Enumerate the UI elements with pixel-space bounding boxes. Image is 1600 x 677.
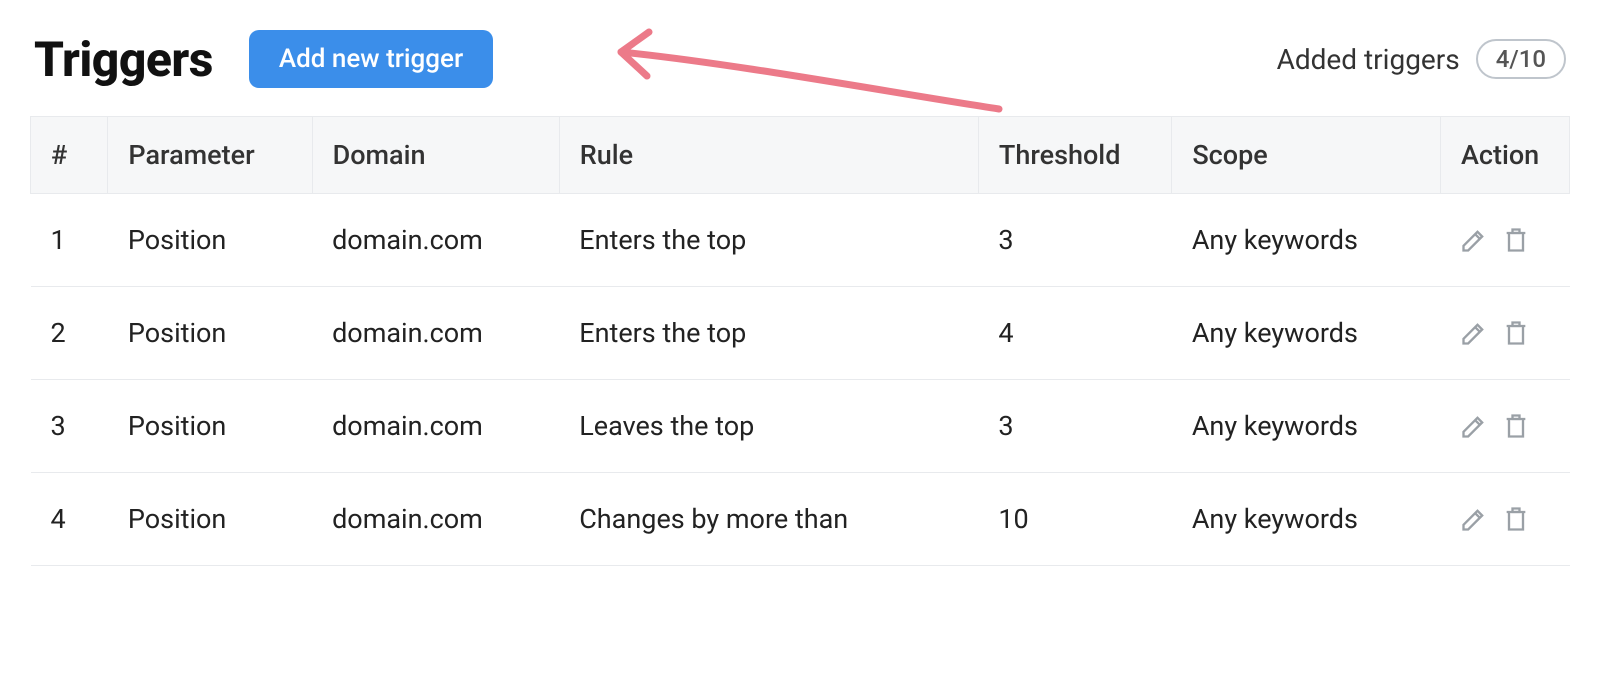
- header-right: Added triggers 4/10: [1277, 39, 1566, 79]
- cell-rule: Leaves the top: [559, 380, 978, 473]
- delete-icon[interactable]: [1502, 505, 1530, 533]
- cell-domain: domain.com: [312, 380, 559, 473]
- cell-scope: Any keywords: [1172, 380, 1441, 473]
- col-header-scope: Scope: [1172, 117, 1441, 194]
- edit-icon[interactable]: [1460, 505, 1488, 533]
- delete-icon[interactable]: [1502, 412, 1530, 440]
- cell-parameter: Position: [108, 287, 312, 380]
- table-row: 3 Position domain.com Leaves the top 3 A…: [31, 380, 1570, 473]
- cell-parameter: Position: [108, 194, 312, 287]
- cell-parameter: Position: [108, 380, 312, 473]
- table-row: 1 Position domain.com Enters the top 3 A…: [31, 194, 1570, 287]
- add-trigger-button[interactable]: Add new trigger: [249, 30, 493, 88]
- delete-icon[interactable]: [1502, 319, 1530, 347]
- cell-action: [1440, 473, 1569, 566]
- cell-scope: Any keywords: [1172, 473, 1441, 566]
- col-header-rule: Rule: [559, 117, 978, 194]
- cell-threshold: 3: [978, 194, 1171, 287]
- cell-domain: domain.com: [312, 287, 559, 380]
- count-badge: 4/10: [1476, 39, 1566, 79]
- action-icons: [1460, 412, 1549, 440]
- col-header-parameter: Parameter: [108, 117, 312, 194]
- cell-scope: Any keywords: [1172, 287, 1441, 380]
- cell-num: 2: [31, 287, 108, 380]
- page-title: Triggers: [34, 31, 213, 88]
- cell-action: [1440, 287, 1569, 380]
- col-header-threshold: Threshold: [978, 117, 1171, 194]
- cell-rule: Changes by more than: [559, 473, 978, 566]
- cell-threshold: 4: [978, 287, 1171, 380]
- col-header-num: #: [31, 117, 108, 194]
- added-triggers-label: Added triggers: [1277, 43, 1460, 76]
- cell-num: 4: [31, 473, 108, 566]
- col-header-action: Action: [1440, 117, 1569, 194]
- action-icons: [1460, 226, 1549, 254]
- edit-icon[interactable]: [1460, 319, 1488, 347]
- cell-action: [1440, 194, 1569, 287]
- table-row: 2 Position domain.com Enters the top 4 A…: [31, 287, 1570, 380]
- cell-scope: Any keywords: [1172, 194, 1441, 287]
- action-icons: [1460, 505, 1549, 533]
- cell-threshold: 10: [978, 473, 1171, 566]
- cell-rule: Enters the top: [559, 287, 978, 380]
- edit-icon[interactable]: [1460, 412, 1488, 440]
- table-row: 4 Position domain.com Changes by more th…: [31, 473, 1570, 566]
- cell-rule: Enters the top: [559, 194, 978, 287]
- header-left: Triggers Add new trigger: [34, 30, 493, 88]
- triggers-table: # Parameter Domain Rule Threshold Scope …: [30, 116, 1570, 566]
- cell-num: 1: [31, 194, 108, 287]
- cell-parameter: Position: [108, 473, 312, 566]
- cell-threshold: 3: [978, 380, 1171, 473]
- cell-num: 3: [31, 380, 108, 473]
- delete-icon[interactable]: [1502, 226, 1530, 254]
- cell-action: [1440, 380, 1569, 473]
- col-header-domain: Domain: [312, 117, 559, 194]
- table-header-row: # Parameter Domain Rule Threshold Scope …: [31, 117, 1570, 194]
- edit-icon[interactable]: [1460, 226, 1488, 254]
- action-icons: [1460, 319, 1549, 347]
- annotation-arrow-icon: [599, 24, 1009, 114]
- page-header: Triggers Add new trigger Added triggers …: [30, 30, 1570, 88]
- cell-domain: domain.com: [312, 473, 559, 566]
- cell-domain: domain.com: [312, 194, 559, 287]
